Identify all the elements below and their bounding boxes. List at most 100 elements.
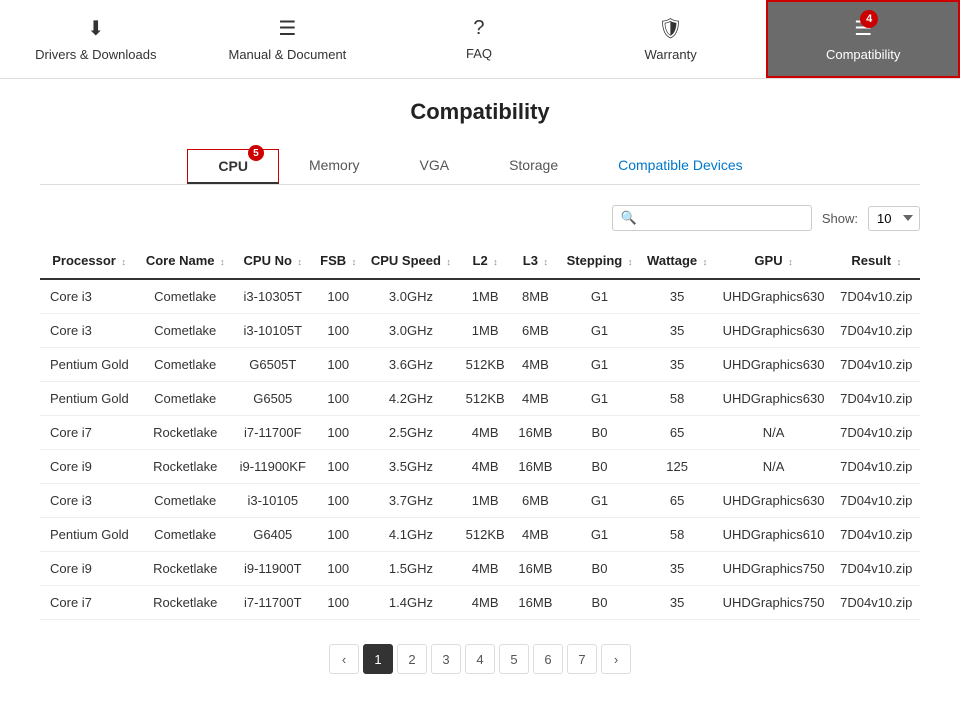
- nav-faq[interactable]: ? FAQ: [383, 0, 575, 78]
- faq-icon: ?: [473, 17, 484, 40]
- cell-fsb: 100: [313, 279, 363, 314]
- col-l2[interactable]: L2 ↕: [459, 243, 512, 279]
- cell-corename: Rocketlake: [138, 586, 232, 620]
- cell-l3: 4MB: [512, 348, 560, 382]
- col-result[interactable]: Result ↕: [833, 243, 920, 279]
- cell-gpu: UHDGraphics630: [715, 382, 833, 416]
- page-title: Compatibility: [40, 99, 920, 125]
- cell-corename: Cometlake: [138, 382, 232, 416]
- cell-cpuno: G6505: [232, 382, 313, 416]
- col-cpuspeed[interactable]: CPU Speed ↕: [363, 243, 459, 279]
- cell-fsb: 100: [313, 484, 363, 518]
- nav-warranty[interactable]: 🛡 Warranty: [575, 0, 767, 78]
- cell-l2: 512KB: [459, 518, 512, 552]
- cell-stepping: B0: [559, 552, 640, 586]
- table-row: Pentium GoldCometlakeG64051004.1GHz512KB…: [40, 518, 920, 552]
- cell-cpuno: i9-11900KF: [232, 450, 313, 484]
- tab-cpu-badge: 5: [248, 145, 264, 161]
- search-box[interactable]: 🔍: [612, 205, 812, 231]
- tab-compatible-devices[interactable]: Compatible Devices: [588, 149, 773, 184]
- nav-faq-label: FAQ: [466, 46, 492, 61]
- table-row: Core i9Rocketlakei9-11900T1001.5GHz4MB16…: [40, 552, 920, 586]
- cell-gpu: UHDGraphics630: [715, 484, 833, 518]
- cell-cpuno: i3-10105: [232, 484, 313, 518]
- cell-l2: 512KB: [459, 348, 512, 382]
- cell-stepping: G1: [559, 314, 640, 348]
- tab-storage[interactable]: Storage: [479, 149, 588, 184]
- cell-l3: 4MB: [512, 382, 560, 416]
- nav-drivers-label: Drivers & Downloads: [35, 47, 156, 62]
- cell-corename: Rocketlake: [138, 552, 232, 586]
- cell-cpuno: G6405: [232, 518, 313, 552]
- col-corename[interactable]: Core Name ↕: [138, 243, 232, 279]
- cell-l3: 16MB: [512, 416, 560, 450]
- table-row: Pentium GoldCometlakeG65051004.2GHz512KB…: [40, 382, 920, 416]
- cell-corename: Cometlake: [138, 518, 232, 552]
- cell-fsb: 100: [313, 416, 363, 450]
- cell-gpu: UHDGraphics630: [715, 348, 833, 382]
- cell-l2: 4MB: [459, 586, 512, 620]
- cell-fsb: 100: [313, 518, 363, 552]
- tab-cpu[interactable]: CPU 5: [187, 149, 279, 184]
- show-label: Show:: [822, 211, 858, 226]
- cell-corename: Cometlake: [138, 484, 232, 518]
- cell-wattage: 35: [640, 348, 715, 382]
- cell-cpuno: i7-11700F: [232, 416, 313, 450]
- col-wattage[interactable]: Wattage ↕: [640, 243, 715, 279]
- cell-fsb: 100: [313, 382, 363, 416]
- cell-cpuspeed: 3.0GHz: [363, 279, 459, 314]
- cell-result: 7D04v10.zip: [833, 416, 920, 450]
- tab-memory[interactable]: Memory: [279, 149, 390, 184]
- cell-wattage: 65: [640, 484, 715, 518]
- cell-cpuspeed: 2.5GHz: [363, 416, 459, 450]
- tab-vga[interactable]: VGA: [390, 149, 480, 184]
- table-row: Core i9Rocketlakei9-11900KF1003.5GHz4MB1…: [40, 450, 920, 484]
- cell-wattage: 65: [640, 416, 715, 450]
- search-icon: 🔍: [621, 210, 637, 226]
- table-row: Core i3Cometlakei3-101051003.7GHz1MB6MBG…: [40, 484, 920, 518]
- cell-l3: 4MB: [512, 518, 560, 552]
- cell-corename: Rocketlake: [138, 450, 232, 484]
- cell-l3: 8MB: [512, 279, 560, 314]
- nav-drivers[interactable]: ⬇ Drivers & Downloads: [0, 0, 192, 78]
- cell-cpuspeed: 3.7GHz: [363, 484, 459, 518]
- search-input[interactable]: [643, 211, 803, 225]
- cell-fsb: 100: [313, 586, 363, 620]
- cell-result: 7D04v10.zip: [833, 314, 920, 348]
- cell-stepping: B0: [559, 416, 640, 450]
- cell-fsb: 100: [313, 314, 363, 348]
- nav-compatibility[interactable]: ☰ 4 Compatibility: [766, 0, 960, 78]
- cell-fsb: 100: [313, 552, 363, 586]
- nav-manual-label: Manual & Document: [229, 47, 347, 62]
- cell-result: 7D04v10.zip: [833, 279, 920, 314]
- cell-wattage: 125: [640, 450, 715, 484]
- tab-compatible-label: Compatible Devices: [618, 157, 743, 173]
- col-cpuno[interactable]: CPU No ↕: [232, 243, 313, 279]
- top-navigation: ⬇ Drivers & Downloads ☰ Manual & Documen…: [0, 0, 960, 79]
- table-header: Processor ↕ Core Name ↕ CPU No ↕ FSB ↕ C…: [40, 243, 920, 279]
- col-gpu[interactable]: GPU ↕: [715, 243, 833, 279]
- cell-cpuspeed: 3.0GHz: [363, 314, 459, 348]
- table-row: Core i7Rocketlakei7-11700T1001.4GHz4MB16…: [40, 586, 920, 620]
- cell-cpuno: i3-10305T: [232, 279, 313, 314]
- cell-corename: Cometlake: [138, 314, 232, 348]
- main-content: Compatibility CPU 5 Memory VGA Storage C…: [0, 79, 960, 714]
- document-icon: ☰: [278, 16, 296, 41]
- cell-stepping: G1: [559, 484, 640, 518]
- cell-processor: Core i7: [40, 416, 138, 450]
- col-fsb[interactable]: FSB ↕: [313, 243, 363, 279]
- table-row: Core i3Cometlakei3-10105T1003.0GHz1MB6MB…: [40, 314, 920, 348]
- cell-processor: Core i3: [40, 484, 138, 518]
- nav-manual[interactable]: ☰ Manual & Document: [192, 0, 384, 78]
- cell-l3: 6MB: [512, 314, 560, 348]
- cell-processor: Core i3: [40, 314, 138, 348]
- show-select[interactable]: 10 25 50 100: [868, 206, 920, 231]
- cell-processor: Pentium Gold: [40, 348, 138, 382]
- cell-l2: 512KB: [459, 382, 512, 416]
- tab-cpu-label: CPU: [218, 158, 248, 174]
- cell-wattage: 58: [640, 382, 715, 416]
- col-stepping[interactable]: Stepping ↕: [559, 243, 640, 279]
- col-l3[interactable]: L3 ↕: [512, 243, 560, 279]
- col-processor[interactable]: Processor ↕: [40, 243, 138, 279]
- cell-gpu: UHDGraphics610: [715, 518, 833, 552]
